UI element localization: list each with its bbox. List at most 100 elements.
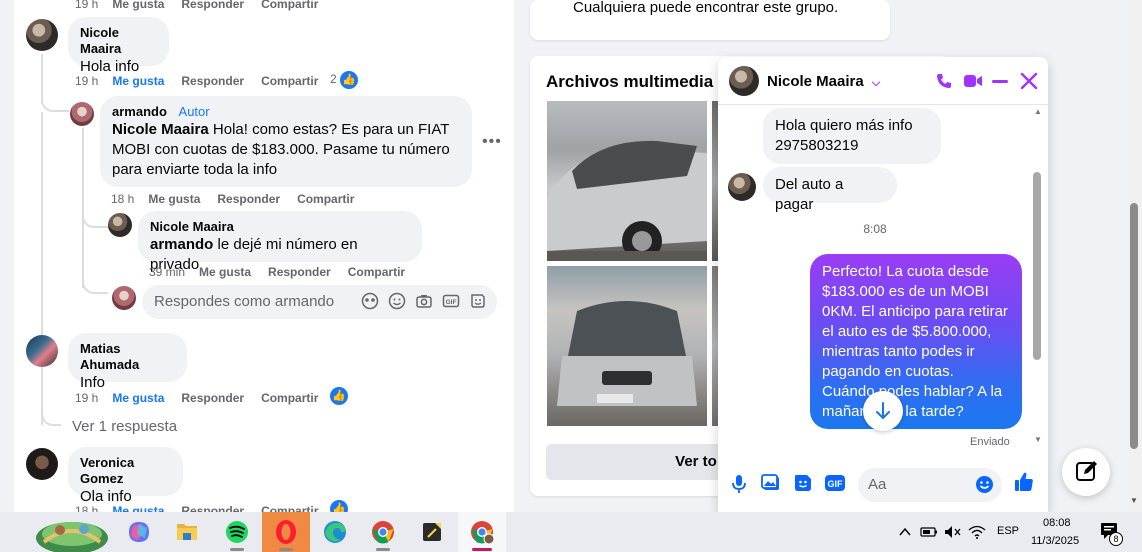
avatar[interactable] xyxy=(70,102,94,126)
thread-connector xyxy=(82,210,108,228)
battery-plugged-icon[interactable] xyxy=(920,525,938,544)
image-icon[interactable] xyxy=(761,473,781,498)
contact-name: Nicole Maaira xyxy=(767,73,864,90)
video-call-icon[interactable] xyxy=(963,72,983,95)
reply-time: 18 h xyxy=(111,192,135,206)
scroll-up-arrow-icon[interactable]: ▲ xyxy=(1034,107,1042,116)
reply-link[interactable]: Responder xyxy=(181,74,244,88)
avatar-sticker-icon[interactable] xyxy=(361,292,379,310)
notification-count: 8 xyxy=(1113,534,1119,544)
sticker-icon[interactable] xyxy=(793,473,813,498)
chat-header: Nicole Maaira ⌵ xyxy=(718,57,1048,105)
reply-author[interactable]: Nicole Maaira xyxy=(150,219,410,235)
reply-bubble: Nicole Maaira armando le dejé mi número … xyxy=(138,211,422,273)
page-scrollbar[interactable]: ▼ xyxy=(1127,0,1142,512)
gif-icon[interactable]: GIF xyxy=(824,474,846,497)
phone-icon[interactable] xyxy=(935,72,953,95)
message-status: Enviado xyxy=(970,436,1010,448)
reply-author-row: armando Autor xyxy=(112,104,460,120)
volume-muted-icon[interactable] xyxy=(944,525,962,544)
sticky-notes-icon[interactable] xyxy=(408,512,456,552)
share-link[interactable]: Compartir xyxy=(261,504,318,512)
like-reaction-icon[interactable]: 👍 xyxy=(330,500,348,512)
like-link[interactable]: Me gusta xyxy=(199,265,251,279)
avatar[interactable] xyxy=(108,213,132,237)
mention-link[interactable]: Nicole Maaira xyxy=(112,121,209,138)
avatar[interactable] xyxy=(26,335,58,367)
contact-avatar[interactable] xyxy=(729,66,759,96)
spotify-icon[interactable] xyxy=(213,512,261,552)
file-explorer-icon[interactable] xyxy=(163,512,211,552)
reply-input[interactable]: Respondes como armando GIF xyxy=(142,285,497,319)
reply-link[interactable]: Responder xyxy=(268,265,331,279)
edge-icon[interactable] xyxy=(311,512,359,552)
chrome-icon[interactable] xyxy=(359,512,407,552)
reply-bubble: armando Autor Nicole Maaira Hola! como e… xyxy=(100,96,472,187)
reply-link[interactable]: Responder xyxy=(181,391,244,405)
sticker-icon[interactable] xyxy=(469,292,487,310)
new-message-button[interactable] xyxy=(1062,448,1110,496)
mention-link[interactable]: armando xyxy=(150,236,213,253)
like-link[interactable]: Me gusta xyxy=(112,391,164,405)
scroll-down-button[interactable] xyxy=(863,391,903,431)
clock-time[interactable]: 08:08 xyxy=(1043,517,1071,529)
chat-scrollbar[interactable]: ▲ ▼ xyxy=(1031,107,1043,447)
scroll-down-arrow-icon[interactable]: ▼ xyxy=(1130,496,1138,505)
reply-link[interactable]: Responder xyxy=(217,192,280,206)
start-icon[interactable] xyxy=(34,512,110,552)
share-link[interactable]: Compartir xyxy=(261,391,318,405)
compose-icon xyxy=(1076,461,1097,481)
emoji-icon[interactable] xyxy=(388,292,406,310)
message-input-placeholder: Aa xyxy=(868,476,887,493)
reply-link[interactable]: Responder xyxy=(181,0,244,11)
avatar[interactable] xyxy=(26,19,58,51)
microphone-icon[interactable] xyxy=(732,474,746,499)
chevron-up-icon[interactable] xyxy=(898,525,912,543)
language-indicator[interactable]: ESP xyxy=(997,525,1019,537)
scroll-down-arrow-icon[interactable]: ▼ xyxy=(1034,435,1042,444)
like-reaction-icon[interactable]: 👍 xyxy=(330,387,348,405)
like-link[interactable]: Me gusta xyxy=(148,192,200,206)
share-link[interactable]: Compartir xyxy=(348,265,405,279)
view-all-label: Ver to xyxy=(675,453,717,470)
gif-icon[interactable]: GIF xyxy=(442,292,460,310)
reply-text-row: Nicole Maaira Hola! como estas? Es para … xyxy=(112,120,457,180)
reply-author[interactable]: armando xyxy=(112,104,167,119)
comment-actions-top: 19 h Me gusta Responder Compartir xyxy=(75,0,335,11)
comment-time: 19 h xyxy=(75,391,99,405)
contact-avatar xyxy=(728,173,756,201)
opera-icon[interactable] xyxy=(262,512,310,552)
comment-author[interactable]: Matias Ahumada xyxy=(80,341,175,373)
camera-icon[interactable] xyxy=(415,292,433,310)
comment-author[interactable]: Veronica Gomez xyxy=(80,455,171,487)
wifi-icon[interactable] xyxy=(968,525,986,544)
like-link[interactable]: Me gusta xyxy=(112,504,164,512)
reaction-summary[interactable]: 2 👍 xyxy=(330,71,359,89)
like-link[interactable]: Me gusta xyxy=(112,74,164,88)
reply-link[interactable]: Responder xyxy=(181,504,244,512)
share-link[interactable]: Compartir xyxy=(261,0,318,11)
thumbs-up-icon[interactable] xyxy=(1013,471,1035,498)
media-thumbnail[interactable] xyxy=(547,266,707,426)
close-icon[interactable] xyxy=(1020,72,1038,95)
avatar[interactable] xyxy=(26,448,58,480)
message-input[interactable]: Aa xyxy=(858,468,1002,502)
comment-bubble: Matias Ahumada Info xyxy=(68,333,187,391)
clock-date[interactable]: 11/3/2025 xyxy=(1031,535,1079,547)
like-link[interactable]: Me gusta xyxy=(112,0,164,11)
media-thumbnail[interactable] xyxy=(547,101,707,261)
chrome-profile-icon[interactable] xyxy=(458,512,506,552)
share-link[interactable]: Compartir xyxy=(261,74,318,88)
copilot-icon[interactable] xyxy=(115,512,163,552)
comment-author[interactable]: Nicole Maaira xyxy=(80,25,157,57)
notification-badge: 8 xyxy=(1109,532,1123,546)
chat-scroll-thumb[interactable] xyxy=(1033,172,1041,360)
minimize-icon[interactable] xyxy=(992,80,1008,83)
view-replies-link[interactable]: Ver 1 respuesta xyxy=(72,418,177,435)
contact-name-button[interactable]: Nicole Maaira ⌵ xyxy=(767,73,880,90)
more-options-icon[interactable]: ••• xyxy=(482,133,502,151)
emoji-icon[interactable] xyxy=(975,475,994,498)
svg-text:GIF: GIF xyxy=(446,299,457,306)
page-scroll-thumb[interactable] xyxy=(1130,203,1138,449)
share-link[interactable]: Compartir xyxy=(297,192,354,206)
